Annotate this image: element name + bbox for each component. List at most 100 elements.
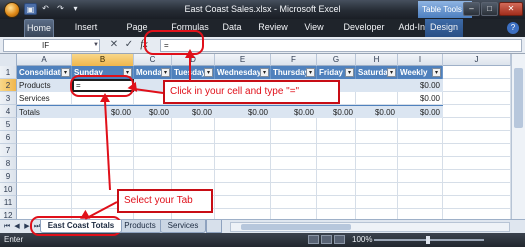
arrow-head: [100, 93, 110, 102]
prev-sheet-icon[interactable]: ◀: [12, 222, 22, 232]
filter-dropdown-icon[interactable]: ▾: [161, 68, 170, 77]
filter-dropdown-icon[interactable]: ▾: [61, 68, 70, 77]
filter-dropdown-icon[interactable]: ▾: [387, 68, 396, 77]
table-header-cell[interactable]: Monday ▾: [134, 66, 172, 79]
table-header-cell[interactable]: Consolidated ▾: [17, 66, 72, 79]
gridline: [17, 182, 511, 183]
column-header-j[interactable]: J: [443, 54, 511, 66]
column-header-h[interactable]: H: [356, 54, 398, 66]
table-cell[interactable]: $0.00: [398, 79, 443, 92]
row-label-cell[interactable]: Products: [17, 79, 72, 92]
view-buttons: [308, 235, 345, 244]
table-cell[interactable]: $0.00: [72, 105, 134, 118]
table-cell[interactable]: $0.00: [271, 105, 317, 118]
table-cell[interactable]: $0.00: [215, 105, 271, 118]
column-header-e[interactable]: E: [215, 54, 271, 66]
minimize-button[interactable]: –: [463, 2, 480, 16]
tab-data[interactable]: Data: [219, 19, 245, 37]
sheet-tab-east-coast-totals[interactable]: East Coast Totals: [40, 220, 122, 233]
page-layout-view-icon[interactable]: [321, 235, 332, 244]
table-cell[interactable]: [356, 92, 398, 105]
tab-home[interactable]: Home: [24, 19, 54, 37]
cell-text: Products: [19, 81, 51, 90]
column-header-g[interactable]: G: [317, 54, 356, 66]
row-header-5[interactable]: 5: [0, 118, 17, 131]
column-header-c[interactable]: C: [134, 54, 172, 66]
zoom-level[interactable]: 100%: [352, 235, 372, 244]
table-cell[interactable]: $0.00: [172, 105, 215, 118]
horizontal-scrollbar[interactable]: [230, 222, 510, 232]
cell-text: $0.00: [419, 81, 440, 90]
row-label-cell[interactable]: Services: [17, 92, 72, 105]
filter-dropdown-icon[interactable]: ▾: [306, 68, 315, 77]
filter-dropdown-icon[interactable]: ▾: [432, 68, 441, 77]
gridline: [17, 143, 511, 144]
table-cell[interactable]: $0.00: [398, 105, 443, 118]
filter-dropdown-icon[interactable]: ▾: [260, 68, 269, 77]
chevron-down-icon[interactable]: ▼: [93, 40, 99, 51]
table-header-cell[interactable]: Wednesday ▾: [215, 66, 271, 79]
insert-sheet-button[interactable]: [206, 220, 222, 233]
vertical-scrollbar[interactable]: [511, 54, 525, 219]
scroll-thumb[interactable]: [241, 224, 351, 230]
title-bar: ▣ ↶ ↷ ▾ East Coast Sales.xlsx - Microsof…: [0, 0, 525, 19]
first-sheet-icon[interactable]: ⏮: [2, 222, 12, 232]
row-header-4[interactable]: 4: [0, 105, 17, 118]
help-icon[interactable]: ?: [507, 22, 519, 34]
cell-text: $0.00: [148, 108, 169, 117]
enter-icon[interactable]: ✓: [123, 38, 135, 52]
filter-dropdown-icon[interactable]: ▾: [345, 68, 354, 77]
gridline: [17, 130, 511, 131]
row-header-3[interactable]: 3: [0, 92, 17, 105]
column-header-b[interactable]: B: [72, 54, 134, 66]
row-label-cell[interactable]: Totals: [17, 105, 72, 118]
table-cell[interactable]: $0.00: [317, 105, 356, 118]
tab-insert[interactable]: Insert: [70, 19, 102, 37]
normal-view-icon[interactable]: [308, 235, 319, 244]
row-header-7[interactable]: 7: [0, 144, 17, 157]
tab-review[interactable]: Review: [256, 19, 290, 37]
table-cell[interactable]: $0.00: [134, 105, 172, 118]
select-all-corner[interactable]: [0, 54, 17, 66]
row-header-11[interactable]: 11: [0, 196, 17, 209]
row-header-8[interactable]: 8: [0, 157, 17, 170]
table-cell[interactable]: [356, 79, 398, 92]
maximize-button[interactable]: □: [481, 2, 498, 16]
sheet-tab-products[interactable]: Products: [118, 220, 162, 233]
table-header-cell[interactable]: Thursday ▾: [271, 66, 317, 79]
sheet-tab-services[interactable]: Services: [160, 220, 206, 233]
zoom-slider-thumb[interactable]: [426, 236, 430, 244]
cell-text: $0.00: [110, 108, 131, 117]
tab-view[interactable]: View: [300, 19, 328, 37]
table-header-cell[interactable]: Tuesday▾: [172, 66, 215, 79]
close-button[interactable]: ✕: [499, 2, 523, 16]
tab-design[interactable]: Design: [425, 19, 463, 37]
table-cell[interactable]: $0.00: [398, 92, 443, 105]
table-cell[interactable]: $0.00: [356, 105, 398, 118]
row-header-10[interactable]: 10: [0, 183, 17, 196]
column-headers: ABCDEFGHIJ: [0, 54, 511, 66]
gridline: [17, 156, 511, 157]
tab-developer[interactable]: Developer: [340, 19, 388, 37]
table-header-cell[interactable]: Weekly ▾: [398, 66, 443, 79]
column-header-a[interactable]: A: [17, 54, 72, 66]
name-box[interactable]: IF: [3, 39, 100, 52]
formula-input[interactable]: =: [160, 39, 522, 52]
row-header-2[interactable]: 2: [0, 79, 17, 92]
scroll-thumb[interactable]: [514, 68, 523, 128]
column-header-f[interactable]: F: [271, 54, 317, 66]
filter-dropdown-icon[interactable]: ▾: [204, 68, 213, 77]
tab-tip-callout: Select your Tab: [117, 189, 213, 213]
column-header-i[interactable]: I: [398, 54, 443, 66]
row-header-9[interactable]: 9: [0, 170, 17, 183]
cell-text: Services: [19, 94, 50, 103]
page-break-view-icon[interactable]: [334, 235, 345, 244]
gridline: [17, 169, 511, 170]
table-header-cell[interactable]: Saturday ▾: [356, 66, 398, 79]
row-header-1[interactable]: 1: [0, 66, 17, 79]
row-header-6[interactable]: 6: [0, 131, 17, 144]
table-header-cell[interactable]: Friday ▾: [317, 66, 356, 79]
gridline: [17, 195, 511, 196]
cell-text: $0.00: [419, 108, 440, 117]
cancel-icon[interactable]: ✕: [108, 38, 120, 52]
